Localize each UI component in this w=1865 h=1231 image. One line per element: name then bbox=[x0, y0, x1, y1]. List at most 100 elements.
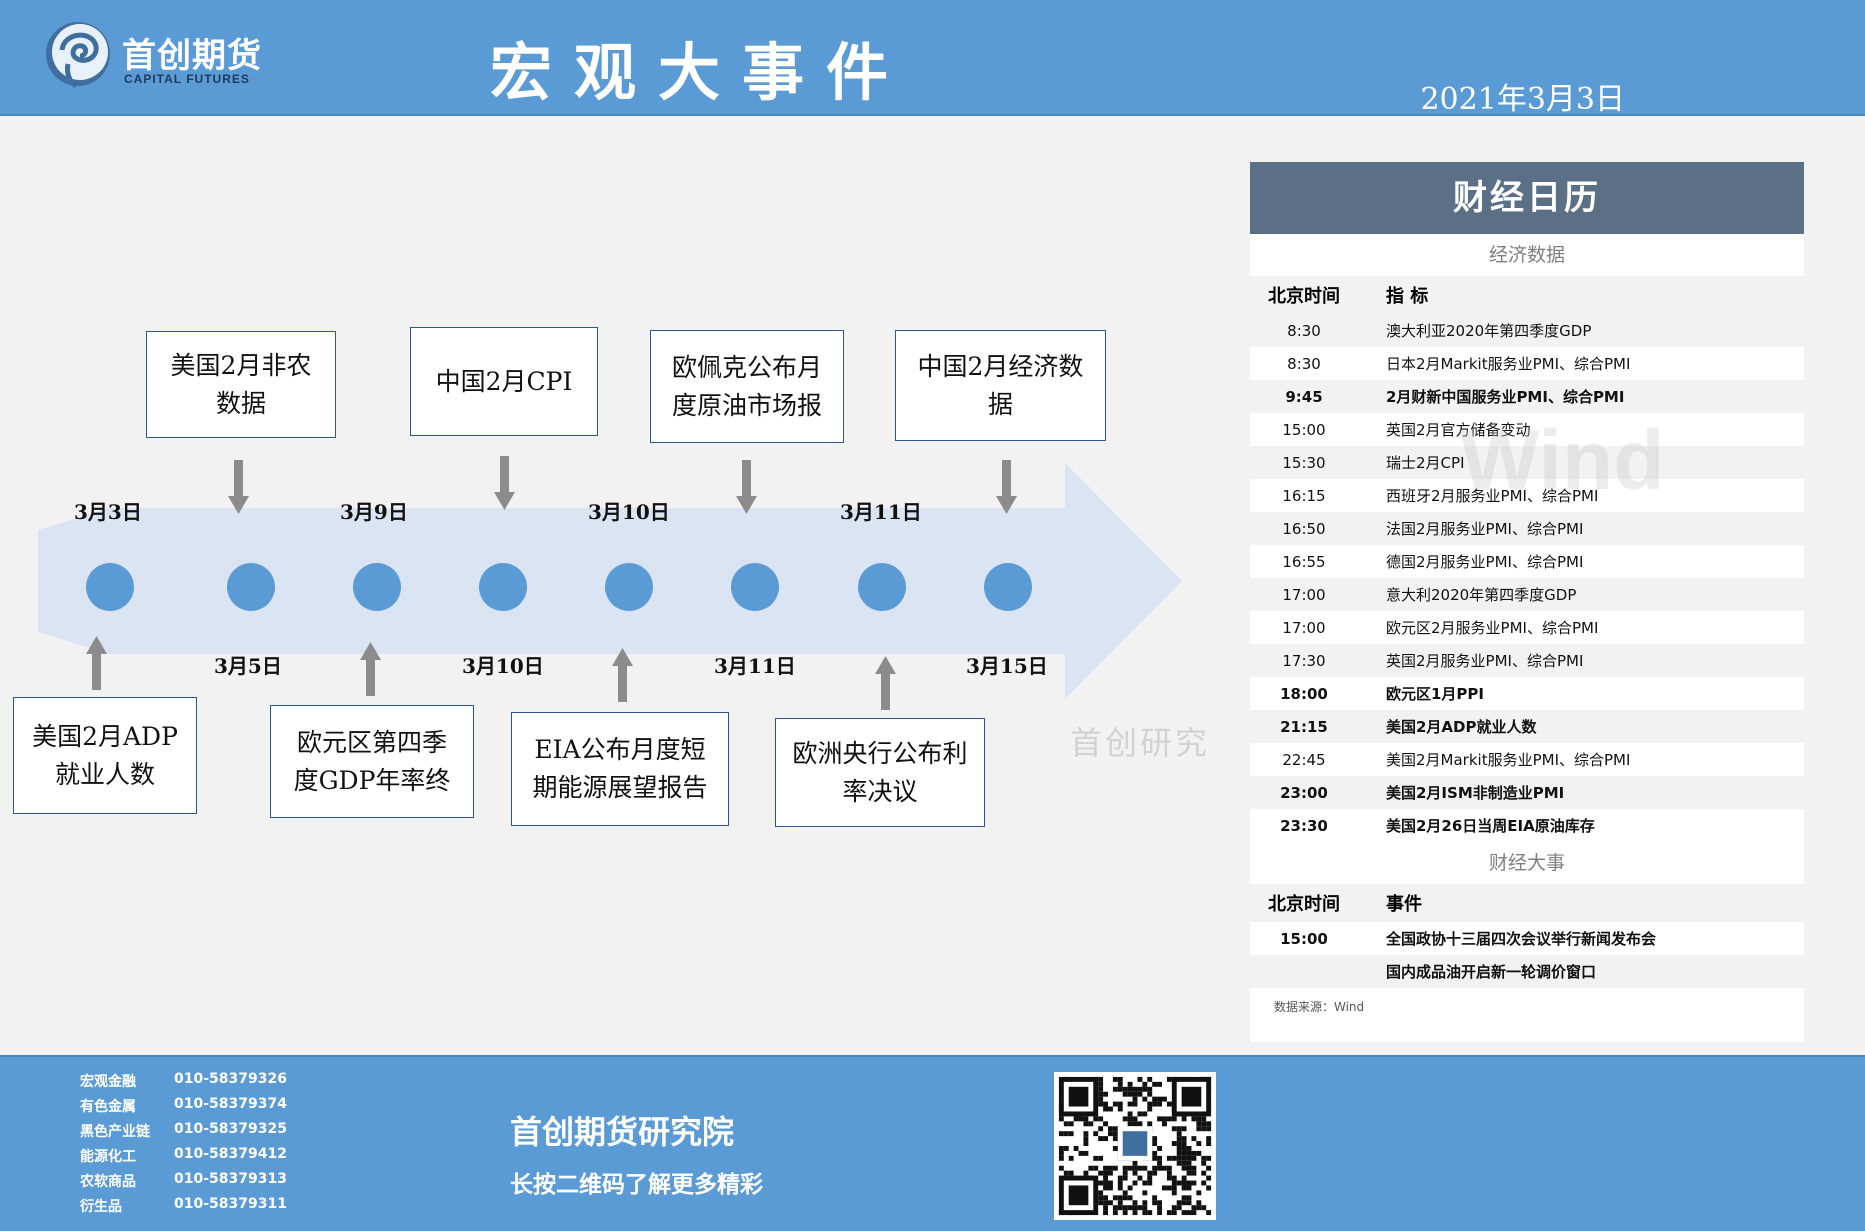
timeline-dot bbox=[731, 563, 779, 611]
event-text: 期能源展望报告 bbox=[532, 773, 708, 802]
event-text: 中国2月经济数 bbox=[917, 351, 1084, 381]
timeline-date: 3月11日 bbox=[840, 500, 922, 524]
event-row: 国内成品油开启新一轮调价窗口 bbox=[1250, 955, 1804, 988]
contact-dept: 有色金属 bbox=[80, 1099, 136, 1115]
row-indicator: 美国2月ISM非制造业PMI bbox=[1386, 784, 1565, 802]
col-time: 北京时间 bbox=[1268, 286, 1340, 307]
institute-name: 首创期货研究院 bbox=[510, 1113, 735, 1151]
timeline-dot bbox=[353, 563, 401, 611]
row-event: 全国政协十三届四次会议举行新闻发布会 bbox=[1386, 930, 1657, 948]
row-indicator: 德国2月服务业PMI、综合PMI bbox=[1386, 553, 1584, 571]
row-indicator: 2月财新中国服务业PMI、综合PMI bbox=[1386, 388, 1625, 406]
event-box: 中国2月经济数据 bbox=[895, 330, 1106, 441]
event-text: 美国2月非农 bbox=[170, 350, 312, 380]
row-time: 16:50 bbox=[1282, 519, 1326, 538]
event-text: 美国2月ADP bbox=[32, 721, 178, 751]
row-indicator: 美国2月26日当周EIA原油库存 bbox=[1386, 817, 1595, 835]
timeline-dot bbox=[227, 563, 275, 611]
event-box: 欧元区第四季 度GDP年率终 bbox=[270, 705, 474, 818]
row-time: 21:15 bbox=[1280, 717, 1328, 736]
row-time: 15:00 bbox=[1280, 929, 1328, 948]
row-time: 23:30 bbox=[1280, 816, 1328, 835]
col-event: 事件 bbox=[1386, 894, 1422, 915]
econ-column-header: 北京时间 指 标 bbox=[1250, 276, 1804, 314]
qr-code-icon[interactable] bbox=[1054, 1072, 1216, 1220]
event-rows: 15:00 全国政协十三届四次会议举行新闻发布会 国内成品油开启新一轮调价窗口 bbox=[1250, 922, 1804, 988]
contact-dept: 衍生品 bbox=[80, 1199, 122, 1215]
row-time: 9:45 bbox=[1285, 387, 1323, 406]
contact-phone: 010-58379412 bbox=[174, 1146, 287, 1162]
contact-row: 衍生品 010-58379311 bbox=[80, 1196, 287, 1221]
event-text: 中国2月CPI bbox=[435, 366, 573, 396]
timeline-dot bbox=[858, 563, 906, 611]
timeline-date: 3月10日 bbox=[462, 654, 544, 678]
timeline-dot bbox=[479, 563, 527, 611]
event-box: 美国2月ADP 就业人数 bbox=[13, 697, 197, 814]
timeline-date: 3月5日 bbox=[214, 654, 282, 678]
contact-phone: 010-58379374 bbox=[174, 1096, 287, 1112]
contact-dept: 黑色产业链 bbox=[80, 1124, 150, 1140]
event-text: 度原油市场报 bbox=[671, 390, 822, 420]
econ-row: 21:15 美国2月ADP就业人数 bbox=[1250, 710, 1804, 743]
row-indicator: 美国2月ADP就业人数 bbox=[1386, 718, 1537, 736]
event-box: 欧洲央行公布利 率决议 bbox=[775, 718, 985, 827]
econ-row: 16:55 德国2月服务业PMI、综合PMI bbox=[1250, 545, 1804, 578]
event-box: 欧佩克公布月 度原油市场报 bbox=[650, 330, 844, 443]
row-time: 8:30 bbox=[1287, 321, 1321, 340]
econ-row: 9:45 2月财新中国服务业PMI、综合PMI bbox=[1250, 380, 1804, 413]
econ-rows: 8:30 澳大利亚2020年第四季度GDP 8:30 日本2月Markit服务业PMI… bbox=[1250, 314, 1804, 842]
econ-row: 17:00 欧元区2月服务业PMI、综合PMI bbox=[1250, 611, 1804, 644]
econ-row: 23:30 美国2月26日当周EIA原油库存 bbox=[1250, 809, 1804, 842]
contact-dept: 农软商品 bbox=[80, 1174, 136, 1190]
contact-dept: 宏观金融 bbox=[80, 1074, 136, 1090]
row-time: 18:00 bbox=[1280, 684, 1328, 703]
row-time: 15:30 bbox=[1282, 453, 1326, 472]
timeline-dot bbox=[984, 563, 1032, 611]
contact-row: 黑色产业链 010-58379325 bbox=[80, 1121, 287, 1146]
contact-phone: 010-58379313 bbox=[174, 1171, 287, 1187]
contact-row: 农软商品 010-58379313 bbox=[80, 1171, 287, 1196]
event-text: 欧佩克公布月 bbox=[671, 352, 822, 382]
row-indicator: 欧元区1月PPI bbox=[1386, 685, 1485, 703]
event-text: 度GDP年率终 bbox=[293, 765, 451, 795]
event-text: EIA公布月度短 bbox=[534, 735, 706, 764]
econ-row: 8:30 日本2月Markit服务业PMI、综合PMI bbox=[1250, 347, 1804, 380]
row-indicator: 欧元区2月服务业PMI、综合PMI bbox=[1386, 619, 1599, 637]
econ-row: 22:45 美国2月Markit服务业PMI、综合PMI bbox=[1250, 743, 1804, 776]
timeline-date: 3月11日 bbox=[714, 654, 796, 678]
event-text: 据 bbox=[987, 389, 1013, 419]
calendar-title: 财经日历 bbox=[1250, 162, 1804, 234]
event-text: 数据 bbox=[215, 388, 266, 418]
contact-row: 有色金属 010-58379374 bbox=[80, 1096, 287, 1121]
econ-section-title: 经济数据 bbox=[1250, 234, 1804, 276]
data-source: 数据来源：Wind bbox=[1274, 1000, 1365, 1014]
contact-phone: 010-58379326 bbox=[174, 1071, 287, 1087]
row-time: 17:30 bbox=[1282, 651, 1326, 670]
event-text: 欧元区第四季 bbox=[296, 727, 447, 757]
contact-dept: 能源化工 bbox=[80, 1149, 136, 1165]
row-time: 22:45 bbox=[1282, 750, 1326, 769]
timeline-date: 3月9日 bbox=[340, 500, 408, 524]
event-text: 就业人数 bbox=[54, 759, 155, 789]
row-time: 15:00 bbox=[1282, 420, 1326, 439]
event-box: EIA公布月度短 期能源展望报告 bbox=[511, 712, 729, 826]
row-indicator: 法国2月服务业PMI、综合PMI bbox=[1386, 520, 1584, 538]
col-indicator: 指 标 bbox=[1386, 286, 1429, 307]
econ-row: 8:30 澳大利亚2020年第四季度GDP bbox=[1250, 314, 1804, 347]
econ-row: 17:30 英国2月服务业PMI、综合PMI bbox=[1250, 644, 1804, 677]
event-text: 欧洲央行公布利 bbox=[792, 738, 968, 768]
event-box: 中国2月CPI bbox=[410, 327, 598, 436]
row-indicator: 美国2月Markit服务业PMI、综合PMI bbox=[1386, 751, 1631, 769]
timeline-dot bbox=[605, 563, 653, 611]
econ-row: 23:00 美国2月ISM非制造业PMI bbox=[1250, 776, 1804, 809]
row-indicator: 澳大利亚2020年第四季度GDP bbox=[1386, 322, 1592, 340]
row-indicator: 意大利2020年第四季度GDP bbox=[1386, 586, 1577, 604]
contact-list: 宏观金融 010-58379326 有色金属 010-58379374 黑色产业链 010… bbox=[80, 1071, 287, 1221]
timeline-date: 3月15日 bbox=[966, 654, 1048, 678]
contact-row: 能源化工 010-58379412 bbox=[80, 1146, 287, 1171]
contact-row: 宏观金融 010-58379326 bbox=[80, 1071, 287, 1096]
contact-phone: 010-58379325 bbox=[174, 1121, 287, 1137]
wind-watermark: Wind bbox=[1460, 413, 1665, 507]
row-event: 国内成品油开启新一轮调价窗口 bbox=[1386, 963, 1597, 981]
report-date: 2021年3月3日 bbox=[1420, 82, 1625, 117]
